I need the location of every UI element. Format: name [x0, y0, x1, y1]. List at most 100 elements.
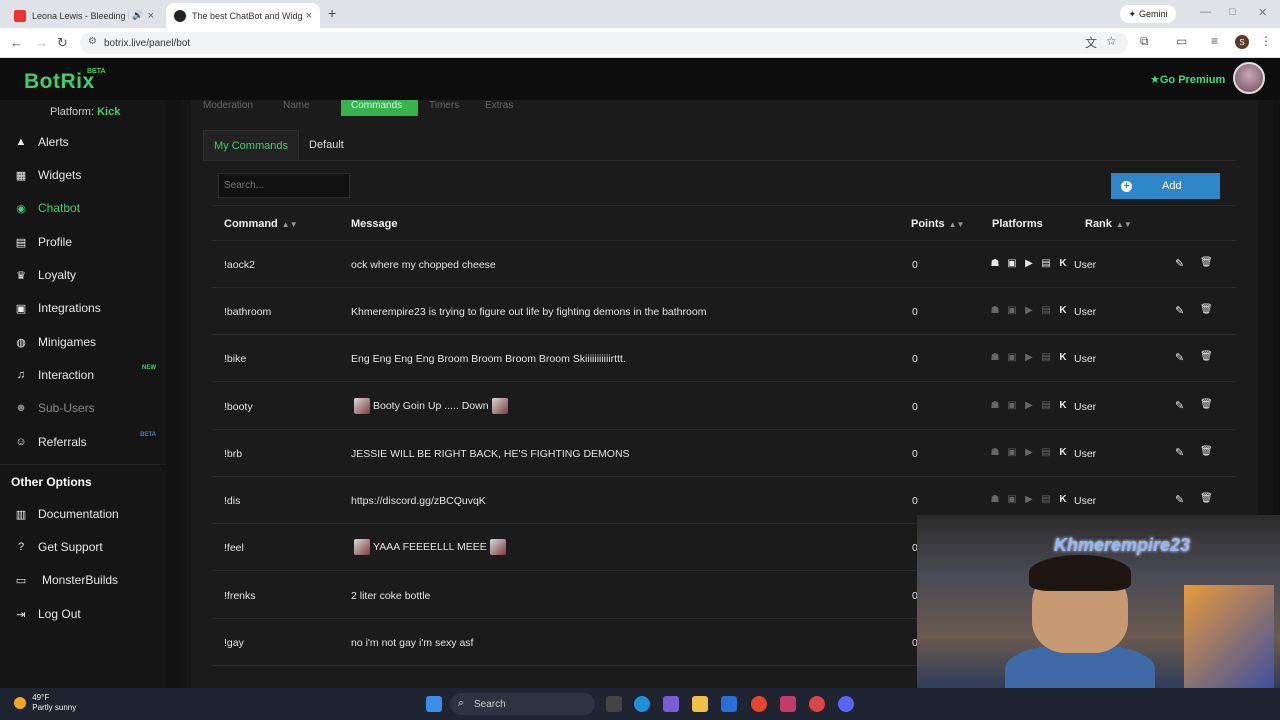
twitch-icon[interactable]: ▣ [1006, 305, 1018, 316]
sidebar-item-integrations[interactable]: ▣ Integrations [0, 293, 166, 323]
platform-a-icon[interactable]: ☗ [989, 447, 1001, 458]
trovo-icon[interactable]: ▤ [1040, 352, 1052, 363]
reload-icon[interactable]: ↻ [57, 35, 68, 51]
edit-icon[interactable]: ✎ [1175, 493, 1184, 506]
tab-default[interactable]: Default [299, 130, 354, 160]
tab-moderation[interactable]: Moderation [193, 100, 263, 116]
platform-a-icon[interactable]: ☗ [989, 494, 1001, 505]
sidebar-item-sub-users[interactable]: ☻ Sub-Users [0, 393, 166, 423]
close-tab-icon[interactable]: × [148, 10, 154, 22]
discord-icon[interactable] [838, 696, 854, 712]
delete-icon[interactable]: 🗑 [1200, 446, 1213, 457]
app-icon[interactable] [780, 696, 796, 712]
minimize-icon[interactable]: — [1200, 6, 1211, 18]
sidebar-item-documentation[interactable]: ▥ Documentation [0, 499, 166, 529]
new-tab-button[interactable]: + [328, 5, 336, 21]
youtube-icon[interactable]: ▶ [1023, 352, 1035, 363]
column-rank[interactable]: Rank ▲▼ [1085, 218, 1132, 230]
twitch-icon[interactable]: ▣ [1006, 447, 1018, 458]
sidebar-item-chatbot[interactable]: ◉ Chatbot [0, 193, 166, 223]
botrix-logo[interactable]: BotRix [24, 70, 95, 94]
sidebar-item-get-support[interactable]: ? Get Support [0, 532, 166, 562]
trovo-icon[interactable]: ▤ [1040, 494, 1052, 505]
app-icon[interactable] [809, 696, 825, 712]
edit-icon[interactable]: ✎ [1175, 351, 1184, 364]
youtube-icon[interactable]: ▶ [1023, 305, 1035, 316]
maximize-icon[interactable]: □ [1229, 6, 1236, 18]
chrome-icon[interactable] [751, 696, 767, 712]
delete-icon[interactable]: 🗑 [1200, 257, 1213, 268]
site-settings-icon[interactable]: ⚙ [88, 36, 97, 47]
column-points[interactable]: Points ▲▼ [911, 218, 964, 230]
browser-tab-leona[interactable]: Leona Lewis - Bleeding Lov 🔊 × [6, 3, 162, 28]
kick-icon[interactable]: K [1057, 400, 1069, 411]
kick-icon[interactable]: K [1057, 494, 1069, 505]
tab-name[interactable]: Name [273, 100, 320, 116]
trovo-icon[interactable]: ▤ [1040, 258, 1052, 269]
kick-icon[interactable]: K [1057, 352, 1069, 363]
task-view-icon[interactable] [606, 696, 622, 712]
youtube-icon[interactable]: ▶ [1023, 447, 1035, 458]
close-window-icon[interactable]: ✕ [1258, 6, 1267, 19]
twitch-icon[interactable]: ▣ [1006, 352, 1018, 363]
platform-a-icon[interactable]: ☗ [989, 400, 1001, 411]
media-icon[interactable]: ≡ [1211, 34, 1218, 48]
sidebar-item-monsterbuilds[interactable]: ▭ MonsterBuilds [0, 565, 166, 595]
bookmark-star-icon[interactable]: ☆ [1106, 34, 1117, 48]
weather-widget[interactable]: 49°F Partly sunny [14, 693, 76, 713]
delete-icon[interactable]: 🗑 [1200, 493, 1213, 504]
sidebar-item-loyalty[interactable]: ♛ Loyalty [0, 260, 166, 290]
trovo-icon[interactable]: ▤ [1040, 447, 1052, 458]
user-avatar[interactable] [1233, 62, 1265, 94]
twitch-icon[interactable]: ▣ [1006, 494, 1018, 505]
kick-icon[interactable]: K [1057, 258, 1069, 269]
close-tab-icon[interactable]: × [306, 10, 312, 22]
twitch-icon[interactable]: ▣ [1006, 258, 1018, 269]
go-premium-button[interactable]: ★Go Premium [1150, 73, 1225, 86]
taskbar-search[interactable]: ⌕ Search [450, 693, 595, 715]
trovo-icon[interactable]: ▤ [1040, 400, 1052, 411]
trovo-icon[interactable]: ▤ [1040, 305, 1052, 316]
url-field[interactable]: ⚙ botrix.live/panel/bot [80, 32, 1128, 54]
edit-icon[interactable]: ✎ [1175, 304, 1184, 317]
copilot-icon[interactable] [663, 696, 679, 712]
platform-a-icon[interactable]: ☗ [989, 305, 1001, 316]
youtube-icon[interactable]: ▶ [1023, 400, 1035, 411]
sidebar-item-profile[interactable]: ▤ Profile [0, 227, 166, 257]
tab-extras[interactable]: Extras [475, 100, 523, 116]
sidebar-item-interaction[interactable]: ♫ Interaction NEW [0, 360, 166, 390]
column-command[interactable]: Command ▲▼ [224, 218, 298, 230]
edge-icon[interactable] [634, 696, 650, 712]
store-icon[interactable] [721, 696, 737, 712]
sidebar-item-widgets[interactable]: ▦ Widgets [0, 160, 166, 190]
delete-icon[interactable]: 🗑 [1200, 399, 1213, 410]
delete-icon[interactable]: 🗑 [1200, 351, 1213, 362]
kick-icon[interactable]: K [1057, 305, 1069, 316]
platform-a-icon[interactable]: ☗ [989, 352, 1001, 363]
gemini-button[interactable]: ✦ Gemini [1120, 5, 1176, 23]
sidebar-item-referrals[interactable]: ☺ Referrals BETA [0, 427, 166, 457]
tab-my-commands[interactable]: My Commands [203, 130, 299, 160]
edit-icon[interactable]: ✎ [1175, 446, 1184, 459]
youtube-icon[interactable]: ▶ [1023, 258, 1035, 269]
browser-tab-botrix[interactable]: The best ChatBot and Widgets × [166, 3, 320, 28]
menu-icon[interactable]: ⋮ [1260, 34, 1272, 48]
kick-icon[interactable]: K [1057, 447, 1069, 458]
platform-a-icon[interactable]: ☗ [989, 258, 1001, 269]
windows-start-icon[interactable] [426, 696, 442, 712]
sidepanel-icon[interactable]: ▭ [1176, 34, 1187, 48]
sidebar-item-log-out[interactable]: ⇥ Log Out [0, 599, 166, 629]
tab-commands[interactable]: Commands [341, 100, 418, 116]
edit-icon[interactable]: ✎ [1175, 399, 1184, 412]
profile-avatar[interactable]: S [1235, 35, 1249, 49]
twitch-icon[interactable]: ▣ [1006, 400, 1018, 411]
search-input[interactable] [218, 173, 350, 198]
sidebar-item-alerts[interactable]: ▲ Alerts [0, 127, 166, 157]
tab-timers[interactable]: Timers [419, 100, 469, 116]
add-command-button[interactable]: + Add [1111, 173, 1220, 199]
translate-icon[interactable]: 文 [1085, 34, 1097, 51]
back-icon[interactable]: ← [10, 35, 23, 50]
sidebar-item-minigames[interactable]: ◍ Minigames [0, 327, 166, 357]
extensions-icon[interactable]: ⧉ [1140, 34, 1149, 49]
file-explorer-icon[interactable] [692, 696, 708, 712]
